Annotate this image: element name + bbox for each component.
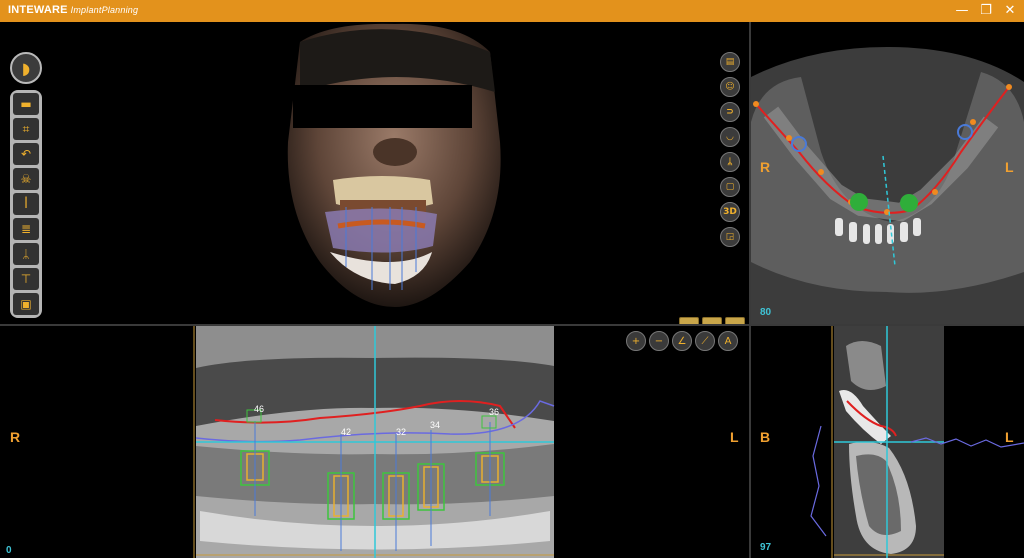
teeth-view-buttons: ▥ ▥ ▥ bbox=[679, 317, 745, 324]
title-bar: INTEWARE ImplantPlanning — ❐ ✕ bbox=[0, 0, 1024, 22]
cross-right-label: L bbox=[1005, 429, 1014, 445]
minimize-button[interactable]: — bbox=[952, 2, 972, 20]
panoramic-tools: + − ∠ ⟋ A bbox=[626, 331, 738, 351]
zoom-in-icon[interactable]: + bbox=[626, 331, 646, 351]
tooth-label-36: 36 bbox=[489, 407, 500, 417]
maximize-button[interactable]: ❐ bbox=[976, 2, 996, 20]
cross-slice-number: 97 bbox=[760, 542, 772, 553]
skull-icon[interactable]: ☠ bbox=[13, 168, 39, 190]
3d-icon[interactable]: 3D bbox=[720, 202, 740, 222]
save-icon[interactable]: ▣ bbox=[13, 293, 39, 315]
tool-stack: ▬ ⌗ ↶ ☠ ꟾ ≣ ᛦ ⊤ ▣ bbox=[10, 90, 42, 318]
panoramic-scan bbox=[193, 326, 555, 558]
tooth-icon[interactable]: ◗ bbox=[10, 52, 42, 84]
app-brand: INTEWARE bbox=[8, 4, 68, 16]
panoramic-slice-number: 0 bbox=[6, 545, 12, 556]
lower-teeth-button[interactable]: ▥ bbox=[725, 317, 745, 324]
main-toolbar: ◗ ▬ ⌗ ↶ ☠ ꟾ ≣ ᛦ ⊤ ▣ bbox=[10, 52, 42, 318]
cross-section-scan bbox=[810, 326, 1024, 558]
upper-teeth-button[interactable]: ▥ bbox=[679, 317, 699, 324]
view-panoramic[interactable]: 46 42 32 34 36 R L 0 + − ∠ ⟋ A bbox=[0, 326, 749, 558]
axial-right-label: L bbox=[1005, 159, 1014, 175]
panoramic-left-label: R bbox=[10, 429, 21, 445]
view-3d[interactable]: ◗ ▬ ⌗ ↶ ☠ ꟾ ≣ ᛦ ⊤ ▣ ▤ ☺ ⊃ ◡ ᛦ ▢ 3D ◲ ▥ ▥… bbox=[0, 22, 749, 324]
layout-icon[interactable]: ▤ bbox=[720, 52, 740, 72]
folder-icon[interactable]: ▬ bbox=[13, 93, 39, 115]
axial-scan bbox=[751, 47, 1024, 324]
view-cross-section[interactable]: B L 97 bbox=[751, 326, 1024, 558]
ruler-icon[interactable]: ⟋ bbox=[695, 331, 715, 351]
axial-slice-number: 80 bbox=[760, 307, 772, 318]
export-icon[interactable]: ◲ bbox=[720, 227, 740, 247]
close-button[interactable]: ✕ bbox=[1000, 2, 1020, 20]
curve-icon[interactable]: ↶ bbox=[13, 143, 39, 165]
app-title: INTEWARE ImplantPlanning bbox=[8, 4, 138, 16]
face-render bbox=[287, 23, 501, 308]
zoom-out-icon[interactable]: − bbox=[649, 331, 669, 351]
cross-left-label: B bbox=[760, 429, 771, 445]
tooth-label-42: 42 bbox=[341, 427, 352, 437]
implant-icon[interactable]: ≣ bbox=[13, 218, 39, 240]
privacy-mask bbox=[293, 85, 472, 128]
view-axial[interactable]: R L 80 bbox=[751, 22, 1024, 324]
nerve-view-icon[interactable]: ᛦ bbox=[720, 152, 740, 172]
auto-icon[interactable]: A bbox=[718, 331, 738, 351]
abutment-icon[interactable]: ⊤ bbox=[13, 268, 39, 290]
crop-icon[interactable]: ⌗ bbox=[13, 118, 39, 140]
tooth-label-32: 32 bbox=[396, 427, 407, 437]
nerve-icon[interactable]: ᛦ bbox=[13, 243, 39, 265]
panorex-icon[interactable]: ⊃ bbox=[720, 102, 740, 122]
tooth-view-icon[interactable]: ◡ bbox=[720, 127, 740, 147]
tooth-label-46: 46 bbox=[254, 404, 265, 414]
face-icon[interactable]: ☺ bbox=[720, 77, 740, 97]
axial-left-label: R bbox=[760, 159, 771, 175]
app-subtitle: ImplantPlanning bbox=[70, 5, 139, 15]
panoramic-right-label: L bbox=[730, 429, 739, 445]
measure-view-icon[interactable]: ▢ bbox=[720, 177, 740, 197]
teeth-icon[interactable]: ꟾ bbox=[13, 193, 39, 215]
view-toolbar: ▤ ☺ ⊃ ◡ ᛦ ▢ 3D ◲ bbox=[720, 52, 740, 252]
angle-icon[interactable]: ∠ bbox=[672, 331, 692, 351]
both-teeth-button[interactable]: ▥ bbox=[702, 317, 722, 324]
tooth-label-34: 34 bbox=[430, 420, 441, 430]
